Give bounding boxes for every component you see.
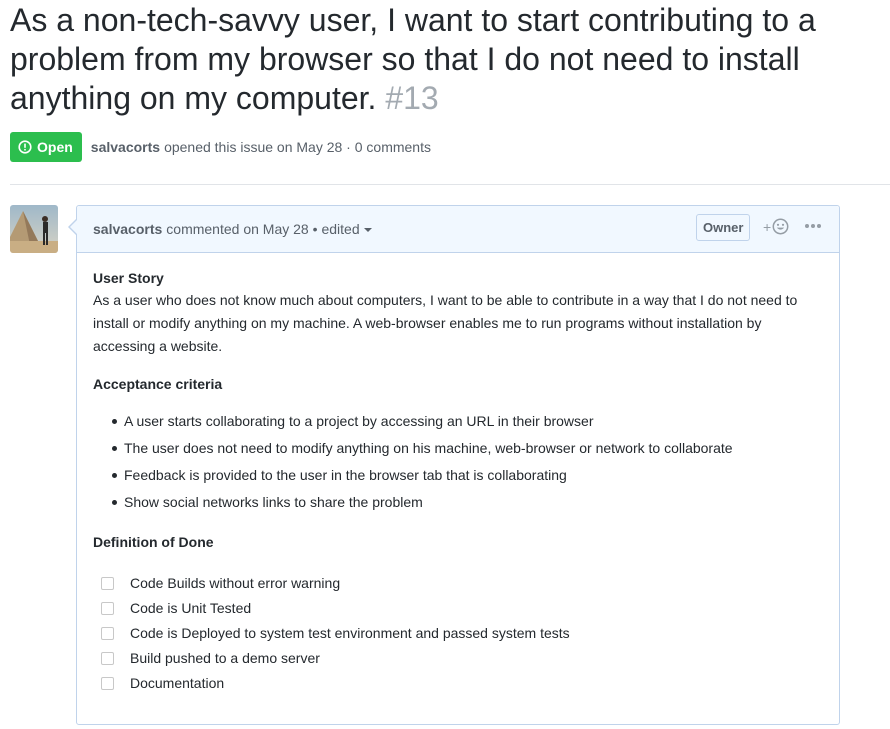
- task-checkbox[interactable]: [101, 677, 114, 690]
- task-list: Code Builds without error warning Code i…: [93, 571, 823, 696]
- comment-header: salvacorts commented on May 28 • edited …: [77, 206, 839, 253]
- task-checkbox[interactable]: [101, 602, 114, 615]
- task-label: Build pushed to a demo server: [130, 650, 320, 666]
- edited-label: edited: [321, 221, 360, 237]
- task-checkbox[interactable]: [101, 627, 114, 640]
- kebab-dot: [817, 224, 821, 228]
- task-label: Code is Deployed to system test environm…: [130, 625, 570, 641]
- task-checkbox[interactable]: [101, 652, 114, 665]
- state-label: Open: [37, 139, 73, 155]
- kebab-dot: [811, 224, 815, 228]
- user-story-heading: User Story: [93, 270, 164, 286]
- add-reaction-button[interactable]: +: [763, 218, 789, 235]
- task-label: Code Builds without error warning: [130, 575, 341, 591]
- issue-opened-text: opened this issue on May 28 · 0 comments: [164, 139, 431, 155]
- header-divider: [10, 184, 890, 185]
- issue-title: As a non-tech-savvy user, I want to star…: [10, 1, 890, 118]
- comment-author-link[interactable]: salvacorts: [93, 221, 162, 237]
- owner-badge: Owner: [696, 214, 751, 241]
- task-item: Code is Deployed to system test environm…: [101, 621, 823, 646]
- definition-of-done-heading: Definition of Done: [93, 534, 214, 550]
- avatar[interactable]: [10, 205, 58, 253]
- task-item: Build pushed to a demo server: [101, 646, 823, 671]
- task-item: Code Builds without error warning: [101, 571, 823, 596]
- triangle-down-icon: [363, 228, 372, 232]
- acceptance-criteria-list: A user starts collaborating to a project…: [93, 411, 823, 512]
- task-item: Documentation: [101, 671, 823, 696]
- edited-dropdown[interactable]: edited: [321, 221, 372, 237]
- issue-meta: Open salvacorts opened this issue on May…: [10, 132, 431, 162]
- task-label: Code is Unit Tested: [130, 600, 252, 616]
- comment-body: User Story As a user who does not know m…: [77, 253, 839, 696]
- list-item: The user does not need to modify anythin…: [109, 438, 823, 458]
- issue-number: #13: [385, 80, 439, 116]
- task-label: Documentation: [130, 675, 225, 691]
- comment-box: salvacorts commented on May 28 • edited …: [68, 205, 840, 725]
- kebab-horizontal-icon: [805, 224, 809, 228]
- comment-timestamp[interactable]: commented on May 28 •: [166, 221, 317, 237]
- comment-options-button[interactable]: [805, 224, 821, 228]
- acceptance-criteria-heading: Acceptance criteria: [93, 376, 223, 392]
- reaction-plus: +: [763, 218, 772, 235]
- smiley-icon: [772, 218, 789, 235]
- task-checkbox[interactable]: [101, 577, 114, 590]
- task-item: Code is Unit Tested: [101, 596, 823, 621]
- list-item: Feedback is provided to the user in the …: [109, 465, 823, 485]
- issue-opened-icon: [18, 140, 32, 154]
- state-badge: Open: [10, 132, 82, 162]
- user-story-text: As a user who does not know much about c…: [93, 292, 798, 354]
- list-item: Show social networks links to share the …: [109, 492, 823, 512]
- issue-author-link[interactable]: salvacorts: [91, 139, 160, 155]
- list-item: A user starts collaborating to a project…: [109, 411, 823, 431]
